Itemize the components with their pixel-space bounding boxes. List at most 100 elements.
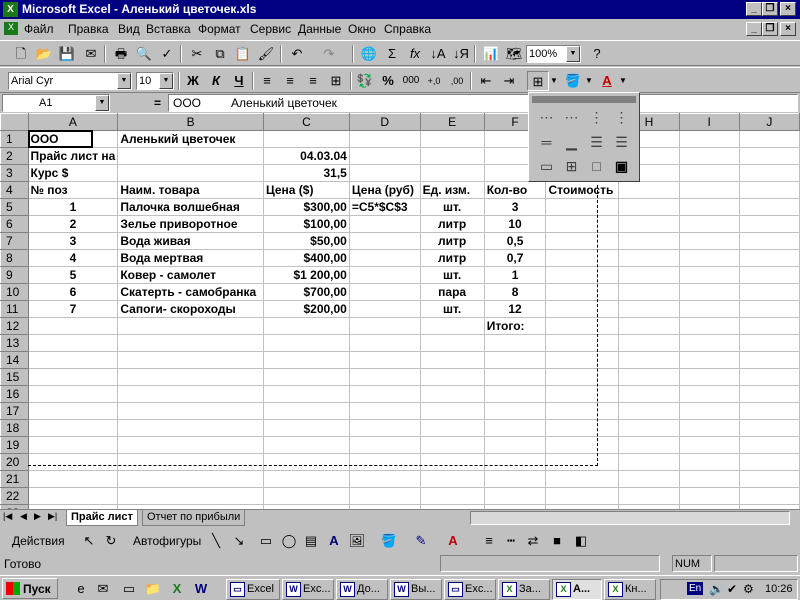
cell-j3[interactable] [738, 164, 800, 182]
currency-icon[interactable]: 💱 [354, 71, 376, 91]
row-header[interactable]: 12 [0, 317, 29, 335]
cell-c21[interactable] [262, 470, 350, 488]
cell-e17[interactable] [419, 402, 485, 420]
menu-tools[interactable]: Сервис [250, 22, 291, 36]
font-combo[interactable]: Arial Cyr ▼ [8, 72, 132, 90]
cell-d20[interactable] [348, 453, 421, 471]
row-header[interactable]: 5 [0, 198, 29, 216]
menu-data[interactable]: Данные [298, 22, 341, 36]
word-quick-icon[interactable]: W [190, 579, 212, 599]
chevron-down-icon[interactable]: ▼ [95, 95, 109, 111]
cell-g14[interactable] [545, 351, 620, 369]
cell-j16[interactable] [738, 385, 800, 403]
cell-h6[interactable] [618, 215, 680, 233]
volume-icon[interactable]: 🔊 [709, 582, 724, 596]
cell-g7[interactable] [545, 232, 620, 250]
cell-h11[interactable] [618, 300, 680, 318]
cell-j2[interactable] [738, 147, 800, 165]
arrow-icon[interactable]: ↘ [228, 531, 250, 551]
cell-d8[interactable] [348, 249, 421, 267]
cell-c7[interactable]: $50,00 [262, 232, 350, 250]
cell-g9[interactable] [545, 266, 620, 284]
cell-c3[interactable]: 31,5 [262, 164, 350, 182]
print-preview-icon[interactable]: 🔍 [133, 44, 155, 64]
cell-a18[interactable] [27, 419, 119, 437]
cell-a9[interactable]: 5 [27, 266, 119, 284]
start-button[interactable]: Пуск [2, 578, 58, 599]
email-icon[interactable]: ✉ [80, 44, 102, 64]
bold-button[interactable]: Ж [182, 71, 204, 91]
task-excel-folder[interactable]: ▭ Excel [226, 579, 280, 600]
cell-f16[interactable] [483, 385, 547, 403]
cell-g19[interactable] [545, 436, 620, 454]
cell-j17[interactable] [738, 402, 800, 420]
cell-d12[interactable] [348, 317, 421, 335]
cell-c11[interactable]: $200,00 [262, 300, 350, 318]
menu-file[interactable]: Файл [24, 22, 54, 36]
cell-e11[interactable]: шт. [419, 300, 485, 318]
cell-h10[interactable] [618, 283, 680, 301]
cell-c15[interactable] [262, 368, 350, 386]
thick-box-border-icon[interactable]: ▣ [612, 157, 631, 176]
font-color-icon[interactable]: A [442, 531, 464, 551]
cell-f20[interactable] [483, 453, 547, 471]
undo-icon[interactable]: ↶ [286, 44, 308, 64]
cell-j4[interactable] [738, 181, 800, 199]
cell-d13[interactable] [348, 334, 421, 352]
cell-i15[interactable] [678, 368, 740, 386]
line-icon[interactable]: ╲ [205, 531, 227, 551]
cell-h9[interactable] [618, 266, 680, 284]
cell-a4[interactable]: № поз [27, 181, 119, 199]
cell-c17[interactable] [262, 402, 350, 420]
cell-e6[interactable]: литр [419, 215, 485, 233]
cell-h4[interactable] [618, 181, 680, 199]
cell-f19[interactable] [483, 436, 547, 454]
copy-icon[interactable]: ⧉ [209, 44, 231, 64]
row-header[interactable]: 20 [0, 453, 29, 471]
column-header-b[interactable]: B [117, 113, 264, 131]
cell-a5[interactable]: 1 [27, 198, 119, 216]
cell-a17[interactable] [27, 402, 119, 420]
cell-a16[interactable] [27, 385, 119, 403]
cell-i18[interactable] [678, 419, 740, 437]
cell-e15[interactable] [419, 368, 485, 386]
menu-insert[interactable]: Вставка [146, 22, 191, 36]
function-icon[interactable]: fx [404, 44, 426, 64]
chevron-down-icon[interactable]: ▼ [584, 71, 594, 91]
row-header[interactable]: 2 [0, 147, 29, 165]
cell-e9[interactable]: шт. [419, 266, 485, 284]
row-header[interactable]: 8 [0, 249, 29, 267]
cell-g12[interactable] [545, 317, 620, 335]
help-icon[interactable]: ? [586, 44, 608, 64]
cell-e2[interactable] [419, 147, 485, 165]
cell-f14[interactable] [483, 351, 547, 369]
column-header-d[interactable]: D [348, 113, 421, 131]
sort-asc-icon[interactable]: ↓A [427, 44, 449, 64]
chevron-down-icon[interactable]: ▼ [159, 73, 173, 89]
row-header[interactable]: 19 [0, 436, 29, 454]
column-header-j[interactable]: J [738, 113, 800, 131]
cell-i2[interactable] [678, 147, 740, 165]
outside-thin-icon[interactable]: ▭ [537, 157, 556, 176]
row-header[interactable]: 3 [0, 164, 29, 182]
cell-f12[interactable]: Итого: [483, 317, 547, 335]
cell-i1[interactable] [678, 130, 740, 148]
no-border-icon[interactable]: ⋯ [537, 108, 556, 127]
chevron-down-icon[interactable]: ▼ [566, 46, 580, 62]
tray-app-icon[interactable]: ✔ [727, 582, 737, 596]
cell-i20[interactable] [678, 453, 740, 471]
cell-i13[interactable] [678, 334, 740, 352]
textbox-icon[interactable]: ▤ [300, 531, 322, 551]
cell-a21[interactable] [27, 470, 119, 488]
cell-b15[interactable] [117, 368, 264, 386]
cell-d3[interactable] [348, 164, 421, 182]
cell-i16[interactable] [678, 385, 740, 403]
cell-h18[interactable] [618, 419, 680, 437]
cell-j22[interactable] [738, 487, 800, 505]
cell-b14[interactable] [117, 351, 264, 369]
cell-h14[interactable] [618, 351, 680, 369]
cell-b20[interactable] [117, 453, 264, 471]
cell-f10[interactable]: 8 [483, 283, 547, 301]
cell-d9[interactable] [348, 266, 421, 284]
row-header[interactable]: 6 [0, 215, 29, 233]
